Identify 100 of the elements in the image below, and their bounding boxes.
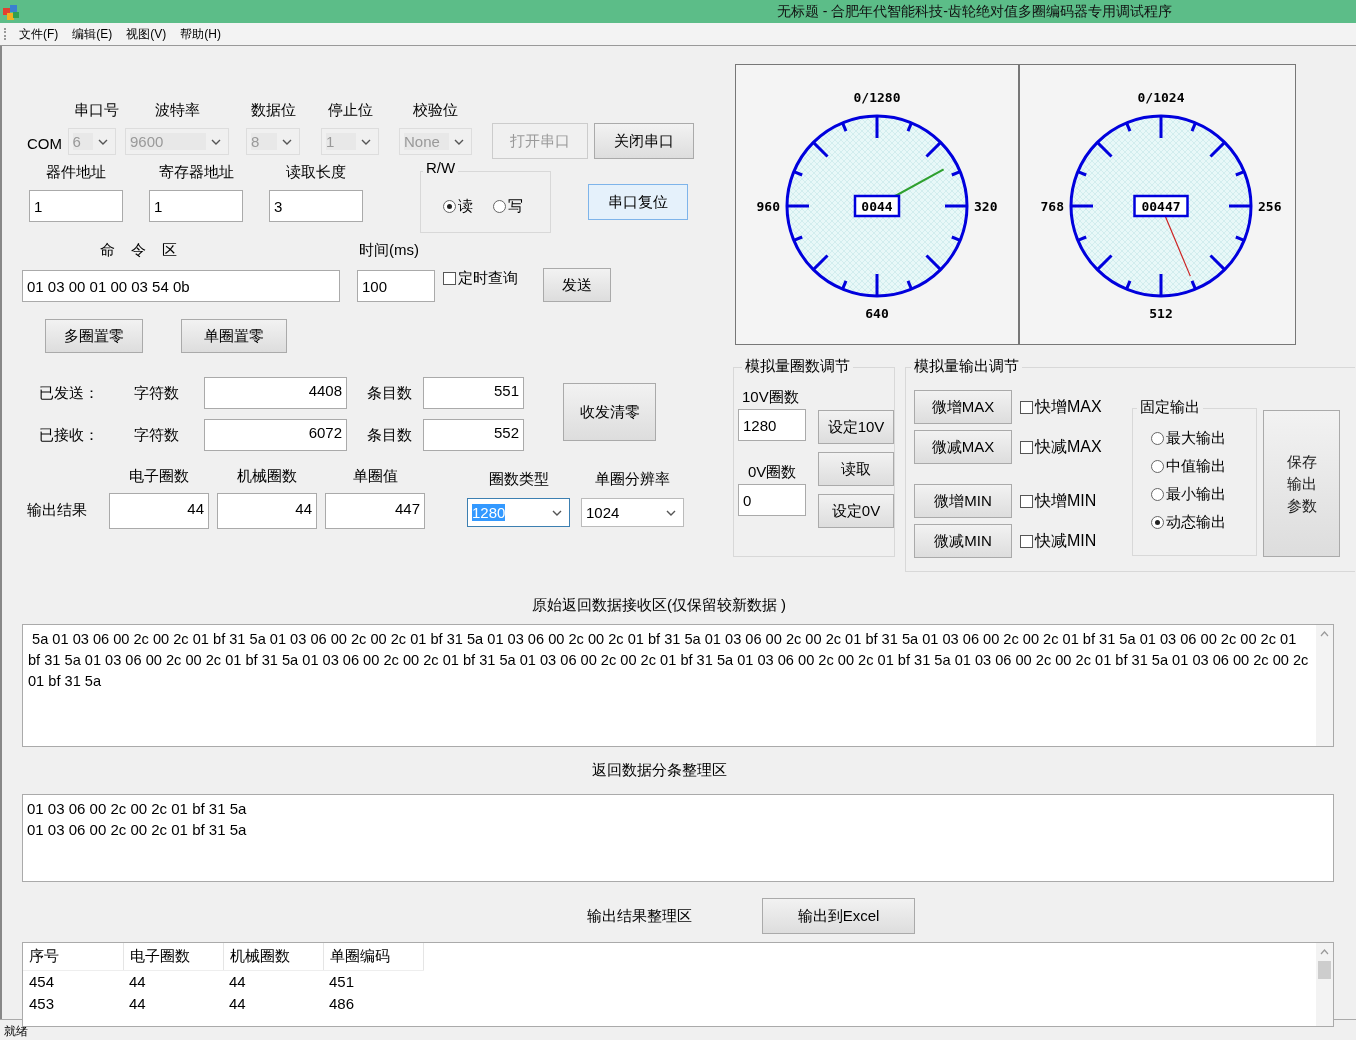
group-title: 固定输出 — [1137, 398, 1203, 417]
field-label: 波特率 — [154, 101, 200, 120]
field-label: 器件地址 — [46, 163, 106, 182]
field-label: 字符数 — [134, 425, 180, 445]
checkbox[interactable] — [1020, 494, 1033, 508]
button[interactable]: 微增MIN — [914, 484, 1012, 518]
input-field[interactable]: 01 03 00 01 00 03 54 0b — [22, 270, 340, 302]
raw-data-field[interactable] — [22, 624, 1334, 747]
button[interactable]: 单圈置零 — [181, 319, 287, 353]
radio-button[interactable] — [443, 199, 456, 213]
scrollbar[interactable] — [1316, 943, 1333, 1026]
menu-item[interactable]: 视图(V) — [119, 23, 174, 45]
grip-handle[interactable] — [4, 28, 6, 40]
menu-item[interactable]: 文件(F) — [12, 23, 66, 45]
input-field[interactable]: 447 — [325, 493, 425, 529]
table-cell: 44 — [123, 970, 223, 993]
button[interactable]: 设定10V — [818, 410, 894, 444]
radio-label[interactable]: 动态输出 — [1166, 513, 1226, 532]
table-cell-text: 486 — [328, 994, 356, 1014]
readout-frame — [853, 194, 901, 218]
column-header[interactable]: 电子圈数 — [123, 943, 223, 971]
input-field[interactable]: 1 — [29, 190, 123, 222]
scroll-up-icon[interactable] — [1320, 631, 1329, 637]
menu-item[interactable]: 编辑(E) — [65, 23, 120, 45]
row-label: 已发送： — [39, 383, 100, 403]
menu-item[interactable]: 帮助(H) — [173, 23, 228, 45]
button[interactable]: 保存输出参数 — [1263, 410, 1340, 557]
caret-icon — [665, 508, 677, 517]
input-field[interactable]: 100 — [357, 270, 435, 302]
section-title: 原始返回数据接收区(仅保留较新数据 ) — [530, 596, 788, 615]
scrollbar[interactable] — [1316, 625, 1333, 746]
input-field[interactable]: 44 — [217, 493, 317, 529]
radio-button[interactable] — [1151, 516, 1164, 529]
input-field[interactable]: 1 — [149, 190, 243, 222]
input-field[interactable]: 551 — [423, 377, 524, 409]
field-label: 单圈值 — [352, 467, 398, 486]
button[interactable]: 收发清零 — [563, 383, 656, 441]
radio-label[interactable]: 最大输出 — [1166, 429, 1226, 448]
radio-label[interactable]: 中值输出 — [1166, 457, 1226, 476]
checkbox-label[interactable]: 快增MAX — [1035, 396, 1102, 418]
button[interactable]: 发送 — [543, 268, 611, 302]
checkbox[interactable] — [1020, 400, 1033, 414]
scroll-thumb[interactable] — [1318, 961, 1331, 979]
input-field[interactable]: 0 — [738, 484, 806, 516]
input-field[interactable]: 4408 — [204, 377, 347, 409]
field-label: 时间(ms) — [359, 241, 419, 260]
button[interactable]: 微增MAX — [914, 390, 1012, 424]
input-field[interactable]: 44 — [109, 493, 209, 529]
radio-button[interactable] — [1151, 460, 1164, 473]
checkbox-label[interactable]: 快减MAX — [1035, 436, 1102, 458]
input-field[interactable]: 6072 — [204, 419, 347, 451]
table-cell-text: 44 — [228, 994, 247, 1014]
field-label: 停止位 — [327, 101, 373, 120]
caret-icon — [453, 137, 465, 146]
checkbox-label[interactable]: 定时查询 — [458, 269, 518, 288]
radio-label[interactable]: 读 — [458, 196, 473, 216]
scale-label: 512 — [1149, 306, 1173, 321]
checkbox[interactable] — [443, 272, 456, 285]
radio-button[interactable] — [1151, 488, 1164, 501]
input-field[interactable]: 1280 — [738, 409, 806, 441]
field-label: 字符数 — [134, 383, 180, 403]
app-icon — [2, 2, 20, 21]
radio-button[interactable] — [1151, 432, 1164, 445]
button[interactable]: 关闭串口 — [594, 123, 694, 159]
input-field[interactable]: 552 — [423, 419, 524, 451]
section-label: 命 令 区 — [100, 241, 178, 260]
port-prefix: COM — [27, 135, 62, 152]
group-title: R/W — [423, 159, 459, 176]
field-label: 串口号 — [74, 101, 119, 120]
radio-label[interactable]: 最小输出 — [1166, 485, 1226, 504]
button[interactable]: 微减MIN — [914, 524, 1012, 558]
caret-icon — [551, 508, 563, 517]
button[interactable]: 微减MAX — [914, 430, 1012, 464]
table-cell-text: 44 — [128, 994, 147, 1014]
checkbox[interactable] — [1020, 534, 1033, 548]
button[interactable]: 输出到Excel — [762, 898, 915, 934]
scroll-up-icon[interactable] — [1320, 949, 1329, 955]
field-label: 机械圈数 — [237, 467, 297, 486]
checkbox-label[interactable]: 快增MIN — [1035, 490, 1097, 512]
radio-label[interactable]: 写 — [508, 196, 523, 216]
checkbox[interactable] — [1020, 440, 1033, 454]
button[interactable]: 设定0V — [818, 494, 894, 528]
field-label: 校验位 — [413, 101, 458, 120]
input-field[interactable]: 3 — [269, 190, 363, 222]
split-data-field[interactable]: 01 03 06 00 2c 00 2c 01 bf 31 5a 01 03 06 00 2c 00 2c 01 bf 31 5a — [22, 794, 1334, 882]
radio-button[interactable] — [493, 199, 506, 213]
scale-label: 0/1280 — [853, 90, 901, 105]
button[interactable]: 多圈置零 — [45, 319, 143, 353]
button[interactable]: 串口复位 — [588, 184, 688, 220]
row-label: 输出结果 — [27, 501, 87, 520]
dropdown[interactable]: 1024 — [581, 498, 684, 527]
column-header[interactable]: 机械圈数 — [223, 943, 323, 971]
column-header[interactable]: 序号 — [23, 943, 123, 971]
group-title: 模拟量圈数调节 — [742, 357, 853, 376]
table-cell: 454 — [23, 970, 123, 993]
column-header[interactable]: 单圈编码 — [323, 943, 423, 971]
checkbox-label[interactable]: 快减MIN — [1035, 530, 1097, 552]
scale-label: 640 — [865, 306, 889, 321]
button[interactable]: 读取 — [818, 452, 894, 486]
caret-icon — [360, 137, 372, 146]
